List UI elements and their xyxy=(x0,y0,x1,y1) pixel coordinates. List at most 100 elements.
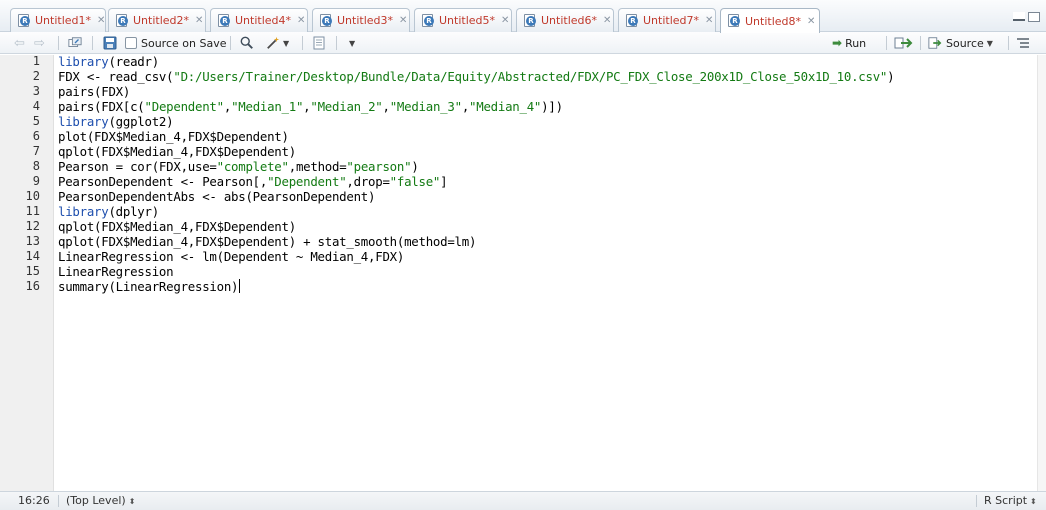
close-icon[interactable]: ✕ xyxy=(195,15,203,26)
run-label: Run xyxy=(845,36,867,50)
code-line[interactable]: pairs(FDX[c("Dependent","Median_1","Medi… xyxy=(58,99,563,114)
r-script-icon: R xyxy=(624,13,640,29)
code-line[interactable]: plot(FDX$Median_4,FDX$Dependent) xyxy=(58,129,289,144)
scope-selector[interactable]: (Top Level) ⬍ xyxy=(66,492,135,510)
file-type-selector[interactable]: R Script ⬍ xyxy=(984,492,1037,510)
line-number: 7 xyxy=(32,144,40,158)
show-in-window-icon[interactable] xyxy=(68,32,82,54)
chevron-updown-icon: ⬍ xyxy=(1030,497,1037,506)
r-script-icon: R xyxy=(522,13,538,29)
line-number: 3 xyxy=(32,84,40,98)
code-line[interactable]: Pearson = cor(FDX,use="complete",method=… xyxy=(58,159,419,174)
run-button[interactable]: ➡ Run xyxy=(832,32,866,54)
source-on-save-label: Source on Save xyxy=(141,36,227,50)
tab-untitled4[interactable]: R Untitled4* ✕ xyxy=(210,8,308,32)
tab-untitled6[interactable]: R Untitled6* ✕ xyxy=(516,8,614,32)
line-number: 4 xyxy=(32,99,40,113)
rerun-icon[interactable] xyxy=(894,32,914,54)
r-script-icon: R xyxy=(420,13,436,29)
r-script-icon: R xyxy=(114,13,130,29)
source-icon xyxy=(928,37,942,49)
editor-toolbar: ⇦ ⇨ Source on Save ▼ ▼ ➡ Run Source ▼ xyxy=(0,32,1046,54)
run-arrow-icon: ➡ xyxy=(832,36,843,50)
code-line[interactable]: pairs(FDX) xyxy=(58,84,130,99)
line-number: 16 xyxy=(25,279,40,293)
tab-untitled1[interactable]: R Untitled1* ✕ xyxy=(10,8,106,32)
vertical-scrollbar[interactable] xyxy=(1037,55,1046,491)
r-script-icon: R xyxy=(318,13,334,29)
line-number: 5 xyxy=(32,114,40,128)
chevron-down-icon[interactable]: ▼ xyxy=(987,39,993,48)
tab-label: Untitled3* xyxy=(337,14,394,27)
tab-label: Untitled2* xyxy=(133,14,190,27)
close-icon[interactable]: ✕ xyxy=(501,15,509,26)
r-script-icon: R xyxy=(16,13,32,29)
line-number: 14 xyxy=(25,249,40,263)
code-line[interactable]: summary(LinearRegression) xyxy=(58,279,241,294)
close-icon[interactable]: ✕ xyxy=(603,15,611,26)
code-editor[interactable]: 1 2 3 4 5 6 7 8 9 10 11 12 13 14 15 16 l… xyxy=(0,54,1046,491)
file-type-label: R Script xyxy=(984,494,1028,507)
tab-label: Untitled5* xyxy=(439,14,496,27)
close-icon[interactable]: ✕ xyxy=(807,16,815,27)
outline-icon[interactable] xyxy=(1016,32,1030,54)
text-cursor xyxy=(239,279,241,293)
close-icon[interactable]: ✕ xyxy=(399,15,407,26)
window-controls xyxy=(1013,12,1040,22)
line-number: 13 xyxy=(25,234,40,248)
status-bar: 16:26 (Top Level) ⬍ R Script ⬍ xyxy=(0,491,1046,510)
close-icon[interactable]: ✕ xyxy=(297,15,305,26)
more-options-dropdown[interactable]: ▼ xyxy=(346,32,355,54)
cursor-position: 16:26 xyxy=(18,494,50,507)
minimize-pane-icon[interactable] xyxy=(1013,12,1025,21)
maximize-pane-icon[interactable] xyxy=(1028,12,1040,22)
tab-untitled3[interactable]: R Untitled3* ✕ xyxy=(312,8,410,32)
line-number: 6 xyxy=(32,129,40,143)
code-line[interactable]: qplot(FDX$Median_4,FDX$Dependent) xyxy=(58,219,296,234)
editor-tab-bar: R Untitled1* ✕ R Untitled2* ✕ R Untitled… xyxy=(0,0,1046,33)
chevron-updown-icon: ⬍ xyxy=(128,497,136,506)
source-button[interactable]: Source ▼ xyxy=(928,32,993,54)
tab-label: Untitled8* xyxy=(745,14,802,28)
code-line[interactable]: PearsonDependent <- Pearson[,"Dependent"… xyxy=(58,174,448,189)
code-line[interactable]: FDX <- read_csv("D:/Users/Trainer/Deskto… xyxy=(58,69,895,84)
r-script-icon: R xyxy=(216,13,232,29)
chevron-down-icon[interactable]: ▼ xyxy=(283,39,289,48)
find-icon[interactable] xyxy=(240,32,254,54)
forward-arrow-icon[interactable]: ⇨ xyxy=(34,32,45,54)
scope-label: (Top Level) xyxy=(66,494,126,507)
code-line[interactable]: library(readr) xyxy=(58,54,159,69)
line-number-gutter: 1 2 3 4 5 6 7 8 9 10 11 12 13 14 15 16 xyxy=(0,54,54,491)
tab-label: Untitled1* xyxy=(35,14,92,27)
code-line[interactable]: LinearRegression xyxy=(58,264,174,279)
checkbox-icon[interactable] xyxy=(125,37,137,49)
tab-untitled5[interactable]: R Untitled5* ✕ xyxy=(414,8,512,32)
tab-label: Untitled4* xyxy=(235,14,292,27)
line-number: 1 xyxy=(32,54,40,68)
save-icon[interactable] xyxy=(103,32,117,54)
tab-label: Untitled6* xyxy=(541,14,598,27)
tab-label: Untitled7* xyxy=(643,14,700,27)
code-line[interactable]: PearsonDependentAbs <- abs(PearsonDepend… xyxy=(58,189,375,204)
line-number: 11 xyxy=(25,204,40,218)
line-number: 15 xyxy=(25,264,40,278)
source-on-save-checkbox[interactable]: Source on Save xyxy=(125,32,226,54)
close-icon[interactable]: ✕ xyxy=(97,15,105,26)
chevron-down-icon[interactable]: ▼ xyxy=(349,39,355,48)
code-line[interactable]: library(ggplot2) xyxy=(58,114,174,129)
code-line[interactable]: qplot(FDX$Median_4,FDX$Dependent) + stat… xyxy=(58,234,476,249)
code-line[interactable]: LinearRegression <- lm(Dependent ~ Media… xyxy=(58,249,404,264)
tab-untitled7[interactable]: R Untitled7* ✕ xyxy=(618,8,716,32)
line-number: 10 xyxy=(25,189,40,203)
line-number: 12 xyxy=(25,219,40,233)
back-arrow-icon[interactable]: ⇦ xyxy=(14,32,25,54)
magic-wand-icon[interactable]: ▼ xyxy=(266,32,289,54)
compile-report-icon[interactable] xyxy=(312,32,326,54)
line-number: 9 xyxy=(32,174,40,188)
line-number: 8 xyxy=(32,159,40,173)
code-line[interactable]: qplot(FDX$Median_4,FDX$Dependent) xyxy=(58,144,296,159)
tab-untitled2[interactable]: R Untitled2* ✕ xyxy=(108,8,206,32)
code-line[interactable]: library(dplyr) xyxy=(58,204,159,219)
close-icon[interactable]: ✕ xyxy=(705,15,713,26)
tab-untitled8[interactable]: R Untitled8* ✕ xyxy=(720,8,820,33)
